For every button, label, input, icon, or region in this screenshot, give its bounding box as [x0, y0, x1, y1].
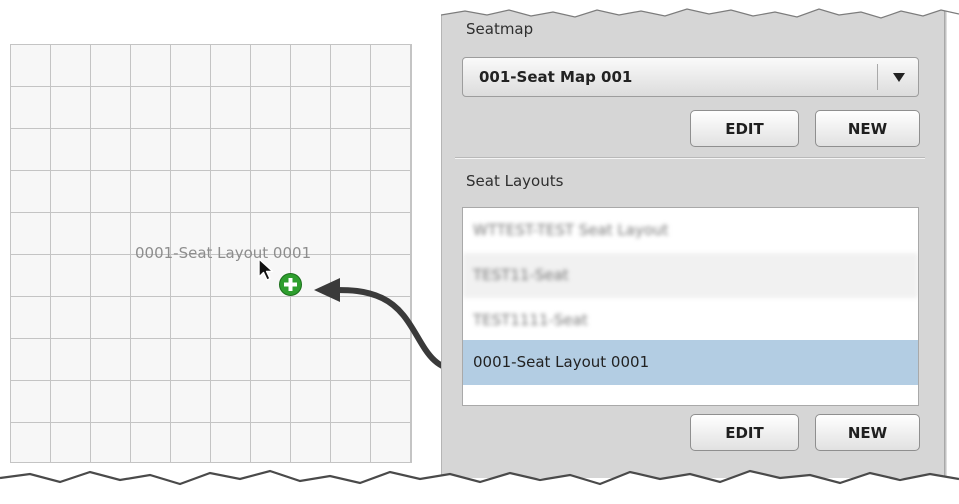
- select-divider: [877, 64, 878, 90]
- layouts-new-button[interactable]: NEW: [815, 414, 920, 451]
- list-item[interactable]: TEST1111-Seat: [463, 298, 918, 343]
- add-icon: [279, 273, 302, 296]
- seat-layouts-list[interactable]: WTTEST-TEST Seat Layout TEST11-Seat TEST…: [462, 207, 919, 406]
- layouts-edit-button[interactable]: EDIT: [690, 414, 799, 451]
- cursor-pointer-icon: [258, 258, 274, 281]
- section-divider: [455, 157, 925, 159]
- list-item[interactable]: TEST11-Seat: [463, 253, 918, 298]
- seatmap-new-button[interactable]: NEW: [815, 110, 920, 147]
- list-item[interactable]: WTTEST-TEST Seat Layout: [463, 208, 918, 253]
- seatmap-select-value: 001-Seat Map 001: [479, 68, 633, 86]
- seatmap-select[interactable]: 001-Seat Map 001: [462, 57, 919, 97]
- seat-layouts-section-title: Seat Layouts: [466, 172, 564, 190]
- list-item-selected[interactable]: 0001-Seat Layout 0001: [463, 340, 918, 385]
- chevron-down-icon[interactable]: [893, 73, 905, 82]
- seatmap-edit-button[interactable]: EDIT: [690, 110, 799, 147]
- torn-edge-bottom: [0, 469, 959, 504]
- torn-edge-top: [441, 0, 959, 19]
- dragged-layout-label: 0001-Seat Layout 0001: [135, 244, 312, 262]
- panel-edge: [944, 0, 959, 478]
